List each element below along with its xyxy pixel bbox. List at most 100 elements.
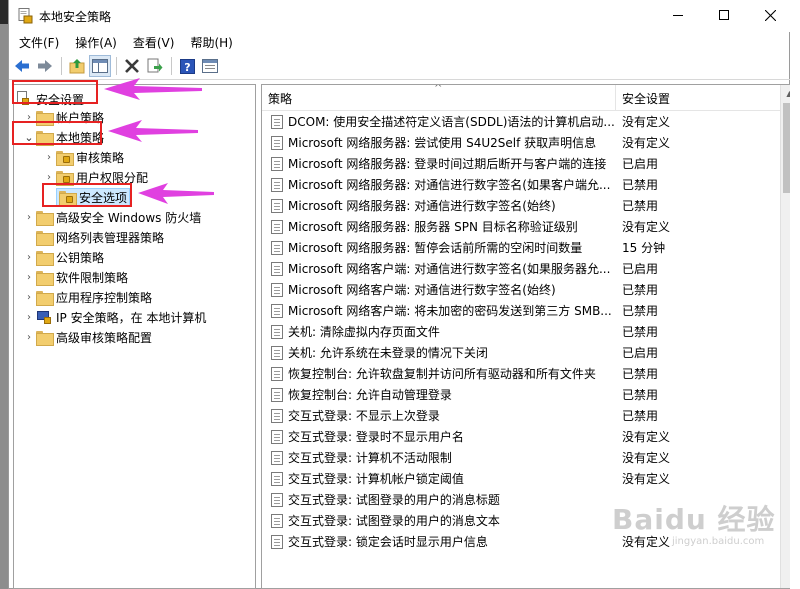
policy-name: Microsoft 网络服务器: 服务器 SPN 目标名称验证级别 <box>288 220 578 234</box>
table-row[interactable]: DCOM: 使用安全描述符定义语言(SDDL)语法的计算机启动... 没有定义 <box>262 111 766 132</box>
security-policy-app-icon <box>18 8 33 24</box>
tree-label: 审核策略 <box>76 150 125 165</box>
column-header-policy[interactable]: 策略 ^ <box>262 85 616 111</box>
policy-icon <box>271 513 283 528</box>
policy-icon <box>271 219 283 234</box>
policy-setting: 已启用 <box>622 346 659 360</box>
up-one-level-button[interactable] <box>66 55 88 77</box>
up-folder-icon <box>69 59 85 74</box>
policy-name: 交互式登录: 不显示上次登录 <box>288 409 440 423</box>
show-hide-tree-button[interactable] <box>89 55 111 77</box>
table-row[interactable]: Microsoft 网络服务器: 对通信进行数字签名(如果客户端允... 已禁用 <box>262 174 766 195</box>
chevron-right-icon[interactable]: › <box>22 287 36 307</box>
tree-item-software-restriction[interactable]: › 软件限制策略 <box>22 267 255 287</box>
table-row[interactable]: 交互式登录: 锁定会话时显示用户信息 没有定义 <box>262 531 766 552</box>
policy-setting: 没有定义 <box>622 115 671 129</box>
chevron-right-icon[interactable]: › <box>22 327 36 347</box>
policy-setting: 已禁用 <box>622 304 659 318</box>
tree-item-ip-security[interactable]: › IP 安全策略，在 本地计算机 <box>22 307 255 327</box>
policy-name: Microsoft 网络服务器: 登录时间过期后断开与客户端的连接 <box>288 157 607 171</box>
folder-icon <box>36 330 54 346</box>
table-row[interactable]: Microsoft 网络客户端: 对通信进行数字签名(如果服务器允... 已启用 <box>262 258 766 279</box>
table-row[interactable]: Microsoft 网络客户端: 对通信进行数字签名(始终) 已禁用 <box>262 279 766 300</box>
policy-name: 交互式登录: 计算机不活动限制 <box>288 451 452 465</box>
policy-icon <box>271 177 283 192</box>
close-icon <box>764 9 776 21</box>
delete-button[interactable] <box>121 55 143 77</box>
table-row[interactable]: Microsoft 网络客户端: 将未加密的密码发送到第三方 SMB... 已禁用 <box>262 300 766 321</box>
policy-name: Microsoft 网络客户端: 对通信进行数字签名(如果服务器允... <box>288 262 611 276</box>
table-row[interactable]: 交互式登录: 试图登录的用户的消息文本 <box>262 510 766 531</box>
minimize-button[interactable] <box>655 0 701 30</box>
maximize-button[interactable] <box>701 0 747 30</box>
table-row[interactable]: Microsoft 网络服务器: 服务器 SPN 目标名称验证级别 没有定义 <box>262 216 766 237</box>
tree-item-app-control[interactable]: › 应用程序控制策略 <box>22 287 255 307</box>
tree-label: 公钥策略 <box>56 250 105 265</box>
table-row[interactable]: 交互式登录: 登录时不显示用户名 没有定义 <box>262 426 766 447</box>
chevron-right-icon[interactable]: › <box>22 207 36 227</box>
tree-item-public-key-policies[interactable]: › 公钥策略 <box>22 247 255 267</box>
policy-name: Microsoft 网络服务器: 对通信进行数字签名(始终) <box>288 199 556 213</box>
policy-icon <box>271 471 283 486</box>
tree-pane: 安全设置 › 帐户策略 ⌄ 本地策略 › 审核策略 › 用户权限分配 安全选项 <box>13 84 256 589</box>
export-list-icon <box>147 58 163 73</box>
policy-setting: 没有定义 <box>622 535 671 549</box>
table-row[interactable]: Microsoft 网络服务器: 暂停会话前所需的空闲时间数量 15 分钟 <box>262 237 766 258</box>
policy-icon <box>271 366 283 381</box>
menu-view[interactable]: 查看(V) <box>125 34 183 51</box>
tree-item-network-list-manager[interactable]: 网络列表管理器策略 <box>36 227 255 247</box>
policy-setting: 已启用 <box>622 157 659 171</box>
tree-item-advanced-audit[interactable]: › 高级审核策略配置 <box>22 327 255 347</box>
policy-icon <box>271 387 283 402</box>
policy-name: 恢复控制台: 允许自动管理登录 <box>288 388 452 402</box>
table-row[interactable]: 交互式登录: 不显示上次登录 已禁用 <box>262 405 766 426</box>
policy-setting: 已禁用 <box>622 199 659 213</box>
help-button[interactable]: ? <box>176 55 198 77</box>
chevron-right-icon[interactable]: › <box>42 147 56 167</box>
table-row[interactable]: 关机: 允许系统在未登录的情况下关闭 已启用 <box>262 342 766 363</box>
menu-help[interactable]: 帮助(H) <box>182 34 240 51</box>
table-row[interactable]: 交互式登录: 计算机不活动限制 没有定义 <box>262 447 766 468</box>
table-row[interactable]: Microsoft 网络服务器: 登录时间过期后断开与客户端的连接 已启用 <box>262 153 766 174</box>
annotation-box-local-policies <box>12 121 102 145</box>
locked-folder-icon <box>56 170 74 186</box>
policy-setting: 已禁用 <box>622 409 659 423</box>
table-row[interactable]: Microsoft 网络服务器: 尝试使用 S4U2Self 获取声明信息 没有定… <box>262 132 766 153</box>
policy-name: Microsoft 网络服务器: 暂停会话前所需的空闲时间数量 <box>288 241 583 255</box>
table-row[interactable]: 恢复控制台: 允许自动管理登录 已禁用 <box>262 384 766 405</box>
table-row[interactable]: 关机: 清除虚拟内存页面文件 已禁用 <box>262 321 766 342</box>
policy-icon <box>271 450 283 465</box>
table-row[interactable]: 交互式登录: 计算机帐户锁定阈值 没有定义 <box>262 468 766 489</box>
toolbar-separator <box>61 57 62 75</box>
policy-name: Microsoft 网络客户端: 将未加密的密码发送到第三方 SMB... <box>288 304 612 318</box>
table-row[interactable]: 恢复控制台: 允许软盘复制并访问所有驱动器和所有文件夹 已禁用 <box>262 363 766 384</box>
export-list-button[interactable] <box>144 55 166 77</box>
table-row[interactable]: 交互式登录: 试图登录的用户的消息标题 <box>262 489 766 510</box>
back-button[interactable] <box>11 55 33 77</box>
policy-name: 交互式登录: 试图登录的用户的消息标题 <box>288 493 500 507</box>
tree-item-audit-policy[interactable]: › 审核策略 <box>42 147 255 167</box>
menu-action[interactable]: 操作(A) <box>67 34 125 51</box>
locked-folder-icon <box>56 150 74 166</box>
chevron-right-icon[interactable]: › <box>22 267 36 287</box>
policy-name: Microsoft 网络服务器: 尝试使用 S4U2Self 获取声明信息 <box>288 136 597 150</box>
forward-button[interactable] <box>34 55 56 77</box>
column-header-setting[interactable]: 安全设置 <box>616 85 766 111</box>
properties-button[interactable] <box>199 55 221 77</box>
table-row[interactable]: Microsoft 网络服务器: 对通信进行数字签名(始终) 已禁用 <box>262 195 766 216</box>
folder-icon <box>36 290 54 306</box>
annotation-arrow-icon <box>108 120 198 142</box>
title-bar[interactable]: 本地安全策略 <box>9 0 791 32</box>
policy-setting: 已禁用 <box>622 178 659 192</box>
menu-file[interactable]: 文件(F) <box>11 34 67 51</box>
policy-name: 交互式登录: 计算机帐户锁定阈值 <box>288 472 464 486</box>
policy-setting: 已禁用 <box>622 283 659 297</box>
tree-label: 软件限制策略 <box>56 270 129 285</box>
policy-setting: 已禁用 <box>622 325 659 339</box>
chevron-right-icon[interactable]: › <box>22 307 36 327</box>
column-label: 安全设置 <box>622 91 671 106</box>
tree-item-windows-firewall[interactable]: › 高级安全 Windows 防火墙 <box>22 207 255 227</box>
chevron-right-icon[interactable]: › <box>22 247 36 267</box>
close-button[interactable] <box>747 0 793 30</box>
toolbar-separator <box>116 57 117 75</box>
